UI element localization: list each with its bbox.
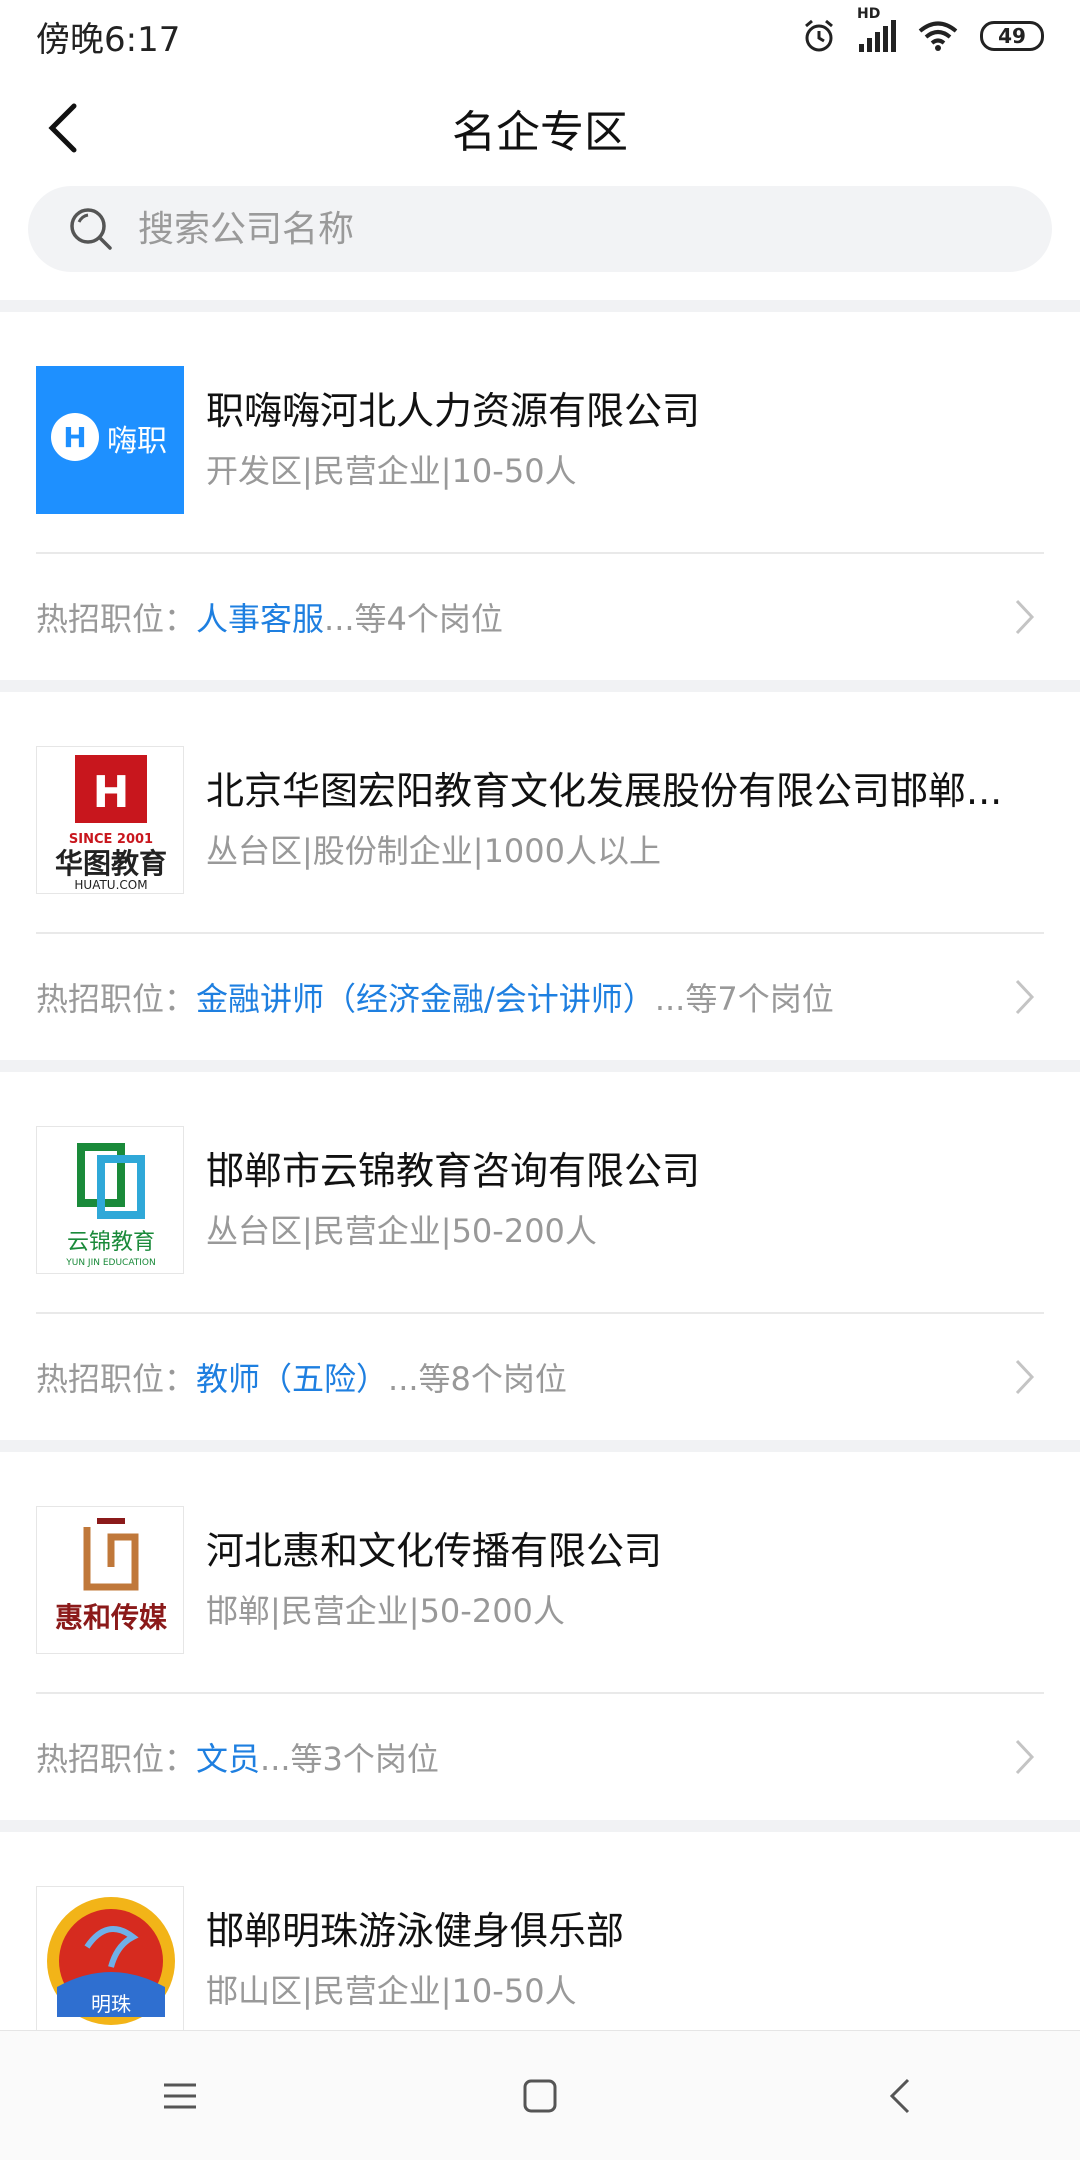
hot-jobs-row[interactable]: 热招职位： 人事客服 ...等4个岗位 xyxy=(0,554,1080,680)
company-name: 北京华图宏阳教育文化发展股份有限公司邯郸... xyxy=(206,769,1003,813)
company-name: 邯郸明珠游泳健身俱乐部 xyxy=(206,1909,625,1953)
company-card-header[interactable]: 云锦教育 YUN JIN EDUCATION 邯郸市云锦教育咨询有限公司 丛台区… xyxy=(0,1072,1080,1312)
status-time: 傍晚6:17 xyxy=(36,19,181,60)
company-logo: 云锦教育 YUN JIN EDUCATION xyxy=(36,1126,184,1274)
hot-jobs-prefix: 热招职位： xyxy=(36,600,197,638)
company-card-header[interactable]: H SINCE 2001 华图教育 HUATU.COM 北京华图宏阳教育文化发展… xyxy=(0,692,1080,932)
alarm-icon xyxy=(805,19,833,52)
company-card[interactable]: H SINCE 2001 华图教育 HUATU.COM 北京华图宏阳教育文化发展… xyxy=(0,692,1080,1060)
section-divider xyxy=(0,300,1080,312)
company-card[interactable]: 云锦教育 YUN JIN EDUCATION 邯郸市云锦教育咨询有限公司 丛台区… xyxy=(0,1072,1080,1440)
back-button[interactable] xyxy=(30,94,98,162)
huihe-logo-icon: 惠和传媒 xyxy=(55,1518,168,1634)
hot-jobs-prefix: 热招职位： xyxy=(36,980,197,1018)
search-bar[interactable] xyxy=(28,186,1052,272)
section-divider xyxy=(0,1820,1080,1832)
svg-text:惠和传媒: 惠和传媒 xyxy=(55,1601,168,1634)
hot-jobs-row[interactable]: 热招职位： 文员 ...等3个岗位 xyxy=(0,1694,1080,1820)
huatu-logo-icon: H SINCE 2001 华图教育 HUATU.COM xyxy=(55,755,167,892)
svg-text:HUATU.COM: HUATU.COM xyxy=(74,878,147,892)
svg-text:H: H xyxy=(93,767,130,818)
hot-job-link[interactable]: 教师（五险） xyxy=(196,1354,388,1400)
hot-jobs-suffix: ...等3个岗位 xyxy=(260,1740,439,1778)
company-meta: 邯郸|民营企业|50-200人 xyxy=(206,1592,565,1630)
hot-jobs-suffix: ...等7个岗位 xyxy=(654,980,834,1018)
chevron-right-icon xyxy=(1015,1739,1035,1775)
back-chevron-icon xyxy=(889,2078,910,2113)
company-logo: H SINCE 2001 华图教育 HUATU.COM xyxy=(36,746,184,894)
company-logo: H 嗨职 xyxy=(36,366,184,514)
chevron-right-icon xyxy=(1015,1359,1035,1395)
svg-text:H: H xyxy=(63,421,86,454)
page-title: 名企专区 xyxy=(452,107,628,158)
section-divider xyxy=(0,1060,1080,1072)
hot-jobs-row[interactable]: 热招职位： 教师（五险） ...等8个岗位 xyxy=(0,1314,1080,1440)
haizhi-logo-icon: H 嗨职 xyxy=(37,367,183,513)
status-icons: HD 49 xyxy=(801,6,1044,54)
company-card[interactable]: 惠和传媒 河北惠和文化传播有限公司 邯郸|民营企业|50-200人 热招职位： … xyxy=(0,1452,1080,1820)
header: 名企专区 xyxy=(0,72,1080,184)
hot-job-link[interactable]: 文员 xyxy=(196,1734,260,1780)
svg-text:嗨职: 嗨职 xyxy=(107,424,167,459)
system-nav-bar xyxy=(0,2030,1080,2160)
hot-job-link[interactable]: 人事客服 xyxy=(196,594,324,640)
svg-text:云锦教育: 云锦教育 xyxy=(67,1230,155,1255)
hot-job-link[interactable]: 金融讲师（经济金融/会计讲师） xyxy=(196,974,655,1020)
chevron-right-icon xyxy=(1015,979,1035,1015)
section-divider xyxy=(0,680,1080,692)
section-divider xyxy=(0,1440,1080,1452)
hot-jobs-row[interactable]: 热招职位： 金融讲师（经济金融/会计讲师） ...等7个岗位 xyxy=(0,934,1080,1060)
company-meta: 丛台区|股份制企业|1000人以上 xyxy=(206,832,662,870)
menu-icon xyxy=(164,2083,196,2108)
home-square-icon xyxy=(523,2079,557,2112)
svg-text:明珠: 明珠 xyxy=(91,1992,131,2016)
back-arrow-icon xyxy=(48,103,77,153)
svg-text:YUN JIN EDUCATION: YUN JIN EDUCATION xyxy=(65,1258,156,1268)
chevron-right-icon xyxy=(1015,599,1035,635)
system-back-button[interactable] xyxy=(860,2056,940,2136)
company-name: 河北惠和文化传播有限公司 xyxy=(206,1529,663,1573)
company-logo: 明珠 xyxy=(36,1886,184,2034)
home-button[interactable] xyxy=(500,2056,580,2136)
search-icon xyxy=(70,208,112,250)
company-logo: 惠和传媒 xyxy=(36,1506,184,1654)
svg-text:华图教育: 华图教育 xyxy=(55,847,167,880)
hot-jobs-suffix: ...等4个岗位 xyxy=(324,600,503,638)
menu-button[interactable] xyxy=(140,2056,220,2136)
company-meta: 丛台区|民营企业|50-200人 xyxy=(206,1212,597,1250)
svg-text:SINCE 2001: SINCE 2001 xyxy=(69,832,153,847)
hot-jobs-prefix: 热招职位： xyxy=(36,1740,197,1778)
company-name: 职嗨嗨河北人力资源有限公司 xyxy=(206,389,701,433)
company-name: 邯郸市云锦教育咨询有限公司 xyxy=(206,1149,701,1193)
company-meta: 邯山区|民营企业|10-50人 xyxy=(206,1972,577,2010)
company-card[interactable]: H 嗨职 职嗨嗨河北人力资源有限公司 开发区|民营企业|10-50人 热招职位：… xyxy=(0,312,1080,680)
hot-jobs-prefix: 热招职位： xyxy=(36,1360,197,1398)
company-card-header[interactable]: H 嗨职 职嗨嗨河北人力资源有限公司 开发区|民营企业|10-50人 xyxy=(0,312,1080,552)
company-card-header[interactable]: 惠和传媒 河北惠和文化传播有限公司 邯郸|民营企业|50-200人 xyxy=(0,1452,1080,1692)
signal-icon: HD xyxy=(857,6,896,52)
battery-level: 49 xyxy=(998,24,1026,48)
hot-jobs-suffix: ...等8个岗位 xyxy=(388,1360,567,1398)
company-meta: 开发区|民营企业|10-50人 xyxy=(206,452,577,490)
battery-indicator: 49 xyxy=(980,21,1044,51)
company-list: H 嗨职 职嗨嗨河北人力资源有限公司 开发区|民营企业|10-50人 热招职位：… xyxy=(0,300,1080,2074)
search-input[interactable] xyxy=(136,207,996,251)
status-bar: 傍晚6:17 HD 49 xyxy=(0,0,1080,72)
yunjin-logo-icon: 云锦教育 YUN JIN EDUCATION xyxy=(65,1143,156,1268)
wifi-icon xyxy=(918,21,958,51)
mingzhu-logo-icon: 明珠 xyxy=(47,1897,175,2025)
hd-label: HD xyxy=(857,6,881,22)
